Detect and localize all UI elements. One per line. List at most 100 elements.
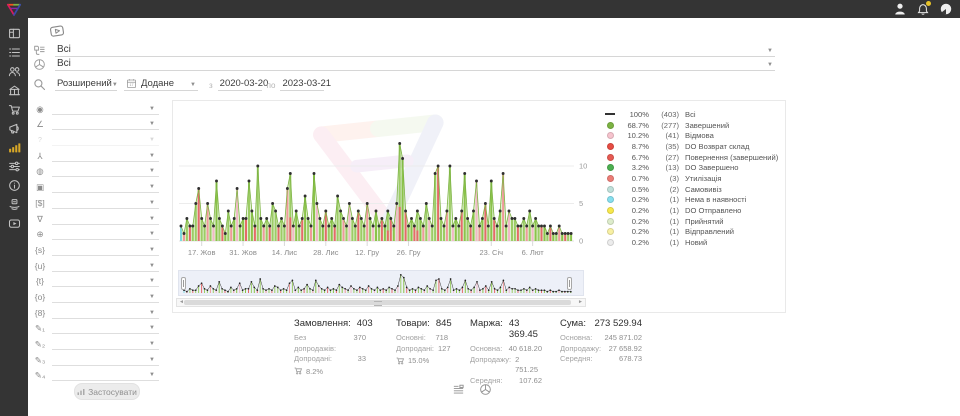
trend-icon: ∠	[33, 119, 47, 130]
chevron-down-icon: ▼	[149, 167, 155, 175]
sidebar-item-store[interactable]	[7, 83, 21, 97]
filter-select-globe-solid[interactable]: ▼	[52, 101, 159, 115]
stat-sub-label: Без допродажів:	[294, 333, 349, 354]
filter-select-var-s[interactable]: ▼	[52, 242, 159, 256]
filter-select-help: ▼	[52, 132, 159, 146]
stat-sub-label: Допродані:	[294, 354, 332, 365]
stat-sub-value: 245 871.02	[604, 333, 642, 344]
sidebar-item-marketing[interactable]	[7, 121, 21, 135]
analytics-dashboard: Всі ▼ Всі ▼ Розширений ▼ 17 Додане ▼	[0, 0, 960, 416]
filter-row-money[interactable]: [$]▼	[33, 193, 159, 209]
legend-dot-swatch	[607, 186, 614, 193]
filter-row-var-s[interactable]: {s}▼	[33, 240, 159, 256]
filter-category-row: Всі ▼	[33, 44, 775, 57]
sidebar-item-cart[interactable]	[7, 102, 21, 116]
svg-text:23. Січ: 23. Січ	[480, 248, 504, 257]
sidebar-item-info[interactable]	[7, 178, 21, 192]
chart-navigator[interactable]	[178, 270, 584, 296]
filter-select-globe-wire[interactable]: ▼	[52, 226, 159, 240]
filter-select-note-4[interactable]: ▼	[52, 367, 159, 381]
advanced-search-row: Розширений ▼ 17 Додане ▼ з 2020-03-20 по…	[33, 76, 324, 91]
category-select[interactable]: Всі ▼	[55, 44, 775, 57]
filter-select-var-t[interactable]: ▼	[52, 273, 159, 287]
date-to-input[interactable]: 2023-03-21	[280, 75, 324, 91]
svg-text:12. Гру: 12. Гру	[355, 248, 379, 257]
filter-row-trend[interactable]: ∠▼	[33, 115, 159, 131]
filter-select-box[interactable]: ▼	[52, 179, 159, 193]
filter-row-globe-solid[interactable]: ◉▼	[33, 99, 159, 115]
account-avatar-icon[interactable]	[940, 3, 952, 15]
sidebar-item-dashboard[interactable]	[7, 26, 21, 40]
chevron-down-icon: ▼	[149, 324, 155, 332]
sidebar-item-videos[interactable]	[7, 216, 21, 230]
filter-select-fingerprint[interactable]: ▼	[52, 163, 159, 177]
legend-label: Утилізація	[681, 174, 779, 183]
filter-row-var-t[interactable]: {t}▼	[33, 272, 159, 288]
user-icon[interactable]	[894, 3, 906, 15]
list-view-icon[interactable]	[452, 383, 465, 396]
legend-dot-swatch	[607, 143, 614, 150]
svg-text:6. Лют: 6. Лют	[522, 248, 545, 257]
sidebar-item-support[interactable]	[7, 197, 21, 211]
filter-row-note-3[interactable]: ✎₃▼	[33, 350, 159, 366]
legend-dot-swatch	[607, 132, 614, 139]
stat-title-row: Маржа:43 369.45	[470, 318, 542, 340]
scroll-right-arrow-icon[interactable]: ►	[578, 299, 583, 306]
stat-sub-value: 40 618.20	[509, 344, 542, 355]
filter-select-structure[interactable]: ▼	[52, 148, 159, 162]
legend-count: (3)	[651, 174, 679, 183]
filter-select-var-u[interactable]: ▼	[52, 258, 159, 272]
filter-row-var-8[interactable]: {8}▼	[33, 303, 159, 319]
package-view-icon[interactable]	[479, 383, 492, 396]
filter-row-note-4[interactable]: ✎₄▼	[33, 366, 159, 382]
filter-select-funnel[interactable]: ▼	[52, 211, 159, 225]
chevron-down-icon: ▼	[149, 293, 155, 301]
navigator-left-handle[interactable]	[181, 277, 186, 290]
app-logo[interactable]	[4, 2, 24, 17]
navigator-mini-chart	[179, 271, 583, 295]
upsell-percent: 8.2%	[306, 367, 323, 376]
filter-select-note-2[interactable]: ▼	[52, 336, 159, 350]
filter-row-globe-wire[interactable]: ⊕▼	[33, 225, 159, 241]
search-mode-select[interactable]: Розширений ▼	[55, 75, 117, 91]
date-field-select[interactable]: 17 Додане ▼	[124, 75, 198, 91]
product-select[interactable]: Всі ▼	[55, 58, 775, 71]
stat-sub-value: 107.62	[519, 376, 542, 387]
legend-label: DO Возврат склад	[681, 142, 779, 151]
date-to-label: по	[267, 81, 276, 90]
filter-row-structure[interactable]: ⅄▼	[33, 146, 159, 162]
scrollbar-thumb[interactable]	[184, 300, 571, 305]
chevron-down-icon: ▼	[149, 371, 155, 379]
chart-horizontal-scrollbar[interactable]: ◄ ►	[176, 298, 586, 307]
stat-sub-value: 33	[358, 354, 366, 365]
filter-row-box[interactable]: ▣▼	[33, 177, 159, 193]
filter-select-trend[interactable]: ▼	[52, 116, 159, 130]
filter-select-note-1[interactable]: ▼	[52, 320, 159, 334]
sidebar-item-orders[interactable]	[7, 45, 21, 59]
legend-percent: 0.2%	[619, 238, 649, 247]
filter-row-fingerprint[interactable]: ◍▼	[33, 162, 159, 178]
filter-row-var-o[interactable]: {o}▼	[33, 287, 159, 303]
sidebar-item-settings[interactable]	[7, 159, 21, 173]
filter-select-note-3[interactable]: ▼	[52, 352, 159, 366]
filter-row-funnel[interactable]: ∇▼	[33, 209, 159, 225]
sidebar-item-customers[interactable]	[7, 64, 21, 78]
filter-row-note-2[interactable]: ✎₂▼	[33, 334, 159, 350]
date-field-value: Додане	[141, 78, 174, 89]
stat-sub-row: Допродані: 33	[294, 354, 366, 365]
filter-row-note-1[interactable]: ✎₁▼	[33, 319, 159, 335]
sidebar-item-analytics[interactable]	[7, 140, 21, 154]
date-from-input[interactable]: 2020-03-20	[218, 75, 262, 91]
apply-filters-button[interactable]: Застосувати	[74, 383, 140, 400]
navigator-right-handle[interactable]	[567, 277, 572, 290]
video-guide-icon[interactable]	[45, 21, 69, 40]
filter-select-var-8[interactable]: ▼	[52, 305, 159, 319]
stat-sub-row: Без допродажів:370	[294, 333, 366, 354]
filter-select-var-o[interactable]: ▼	[52, 289, 159, 303]
notifications-bell-icon[interactable]	[917, 3, 929, 15]
stat-column: Замовлення:403Без допродажів:370Допродан…	[294, 318, 366, 376]
filter-select-money[interactable]: ▼	[52, 195, 159, 209]
chevron-down-icon: ▼	[149, 356, 155, 364]
filter-row-var-u[interactable]: {u}▼	[33, 256, 159, 272]
funnel-icon: ∇	[33, 214, 47, 225]
